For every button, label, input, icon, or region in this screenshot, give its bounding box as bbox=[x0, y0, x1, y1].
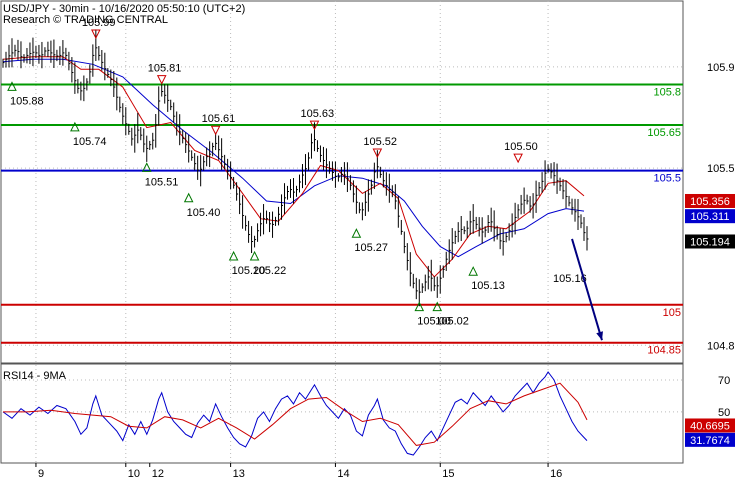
time-tick-label: 16 bbox=[550, 468, 562, 480]
time-tick-label: 14 bbox=[337, 468, 349, 480]
pivot-label: 105.63 bbox=[300, 108, 334, 120]
pivot-label: 105.02 bbox=[435, 316, 469, 328]
pivot-low-marker bbox=[351, 228, 362, 238]
price-tag-label: 105.311 bbox=[691, 211, 730, 223]
time-axis: 9 10 12 13 14 15 16 bbox=[35, 463, 562, 480]
pivot-label: 105.88 bbox=[10, 95, 44, 107]
pivot-low-marker bbox=[468, 266, 479, 276]
price-panel-frame bbox=[0, 0, 684, 364]
ma-fast-line bbox=[2, 56, 585, 278]
rsi-panel-frame bbox=[0, 363, 684, 464]
level-label: 105.8 bbox=[653, 87, 681, 99]
pivot-label: 105.50 bbox=[504, 141, 538, 153]
time-tick-label: 9 bbox=[38, 468, 44, 480]
pivot-high-marker bbox=[513, 153, 523, 164]
rsi-tick-label: 70 bbox=[718, 375, 730, 387]
rsi-line bbox=[2, 371, 588, 456]
moving-averages bbox=[2, 56, 585, 278]
pivot-label: 105.40 bbox=[187, 207, 221, 219]
forecast-arrow-line bbox=[571, 238, 603, 341]
pivot-high-marker bbox=[156, 75, 167, 85]
price-bars bbox=[2, 29, 589, 307]
time-tick-label: 10 bbox=[128, 468, 140, 480]
pivot-annotations: 105.88105.74105.99105.81105.51105.61105.… bbox=[7, 17, 587, 328]
rsi-panel-title: RSI14 - 9MA bbox=[3, 370, 66, 382]
rsi-tag-label: 31.7674 bbox=[690, 435, 730, 447]
time-tick-label: 13 bbox=[233, 468, 245, 480]
price-tag-label: 105.356 bbox=[690, 196, 730, 208]
rsi-tick-label: 50 bbox=[718, 407, 730, 419]
chart-canvas: 105.8 105.65 105.5 105 104.85 105.88 105.74 10… bbox=[0, 0, 735, 480]
pivot-label: 105.81 bbox=[148, 63, 182, 75]
forecast-arrow-head bbox=[596, 331, 603, 341]
pivot-label: 105.52 bbox=[363, 136, 397, 148]
level-label: 105 bbox=[663, 307, 681, 319]
time-tick-label: 15 bbox=[442, 468, 454, 480]
rsi-axis: 70 5040.6695 31.7674 bbox=[685, 375, 735, 447]
time-tick-label: 12 bbox=[152, 468, 164, 480]
level-label: 104.85 bbox=[647, 345, 681, 357]
price-tick-label: 105.5 bbox=[707, 163, 735, 175]
price-tick-label: 105.9 bbox=[707, 62, 735, 74]
pivot-label: 105.74 bbox=[73, 136, 107, 148]
pivot-label: 105.27 bbox=[354, 242, 388, 254]
price-tick-label: 104.8 bbox=[707, 340, 735, 352]
pivot-label: 105.22 bbox=[253, 265, 287, 277]
price-tag-label: 105.194 bbox=[690, 236, 730, 248]
rsi-tag-label: 40.6695 bbox=[690, 420, 730, 432]
pivot-label: 105.61 bbox=[202, 113, 236, 125]
pivot-low-marker bbox=[183, 192, 194, 203]
chart-source: Research © TRADING CENTRAL bbox=[3, 14, 168, 26]
rsi-lines bbox=[2, 371, 588, 456]
pivot-label: 105.51 bbox=[145, 176, 179, 188]
pivot-label: 105.13 bbox=[471, 280, 505, 292]
level-label: 105.65 bbox=[647, 127, 681, 139]
pivot-low-marker bbox=[249, 250, 260, 261]
level-label: 105.5 bbox=[653, 173, 681, 185]
price-grid bbox=[1, 1, 683, 463]
forecast-arrow bbox=[571, 238, 603, 341]
price-axis: 105.9 105.5 104.8 105.356 105.311 105.194 bbox=[685, 62, 735, 352]
